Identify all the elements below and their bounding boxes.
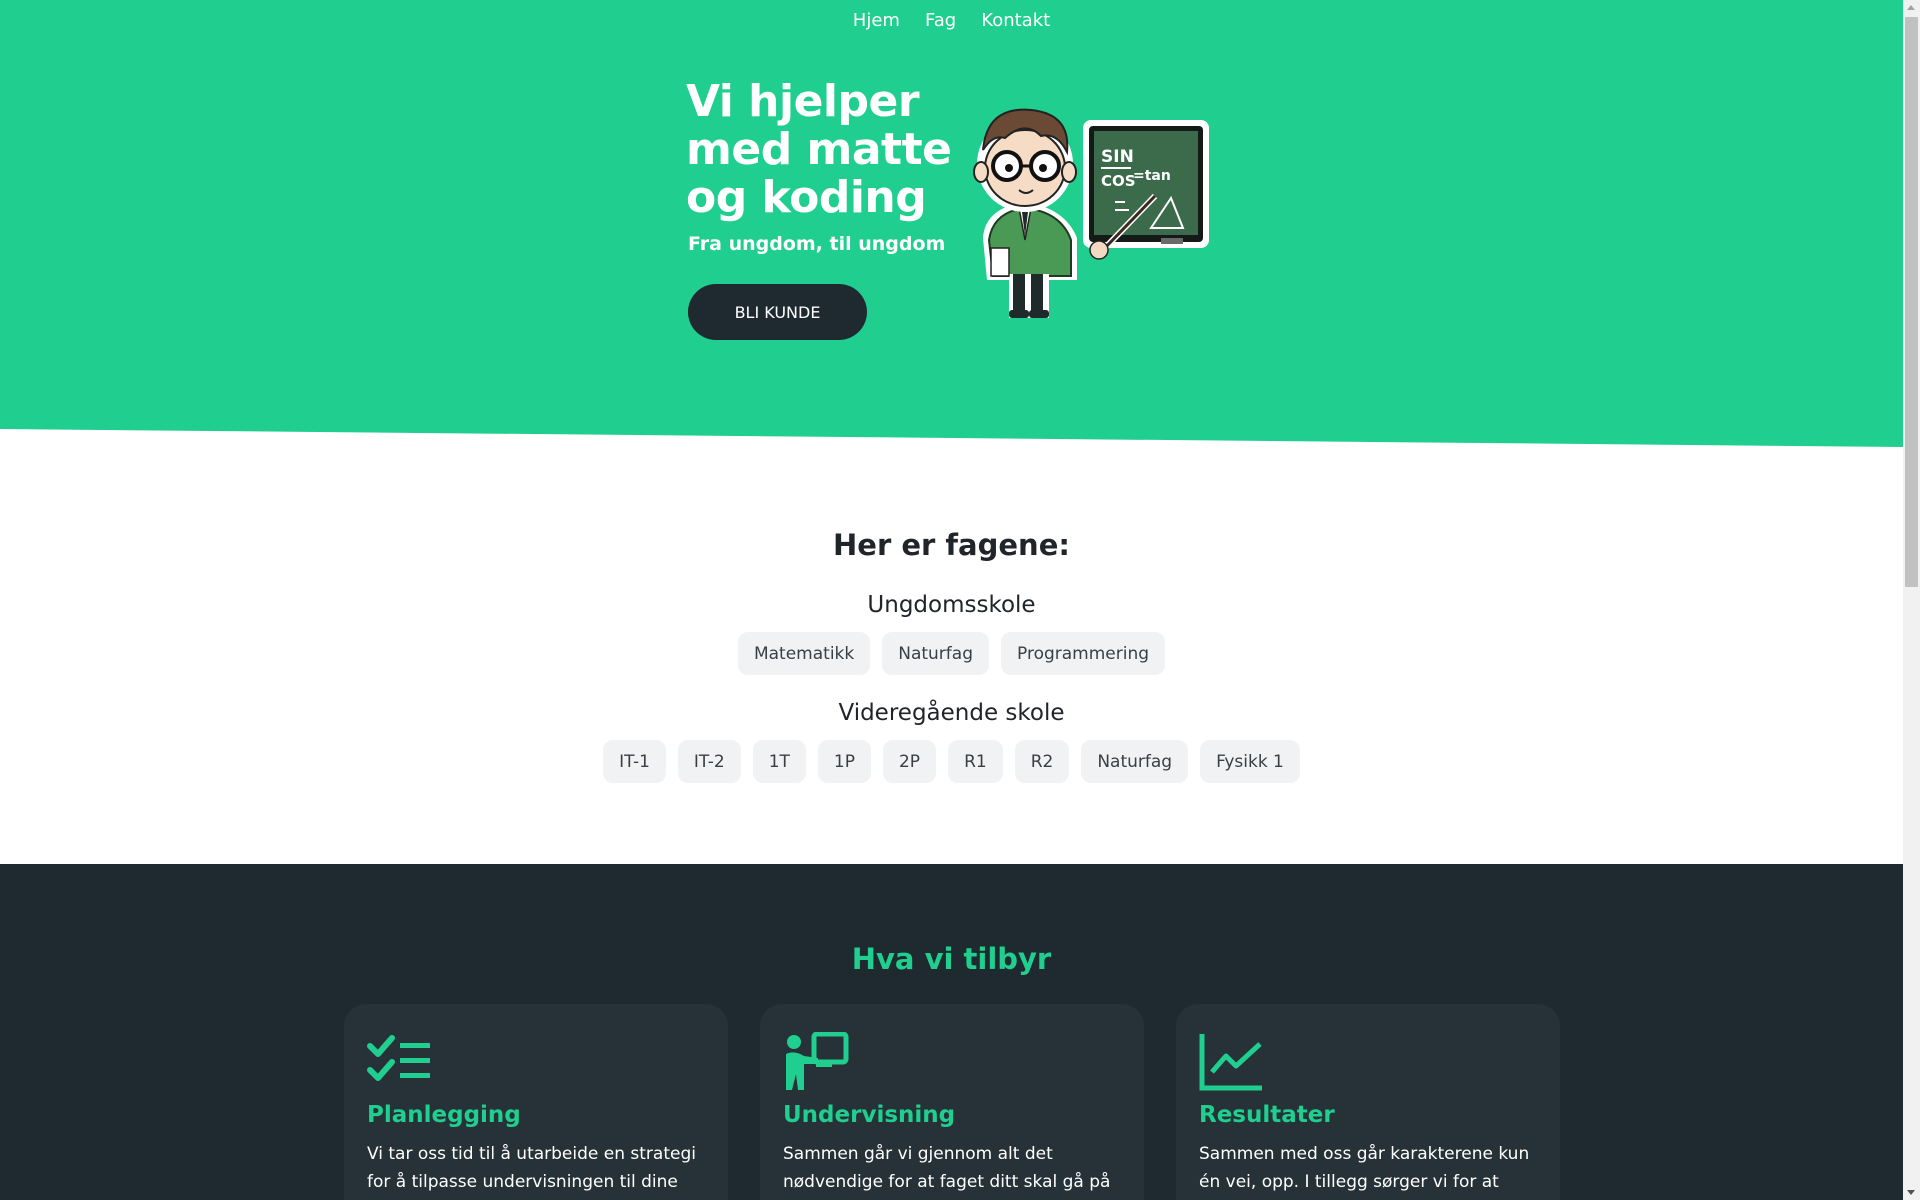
card-title: Undervisning — [783, 1102, 956, 1128]
level-title-videregaende: Videregående skole — [838, 700, 1065, 726]
subject-chip[interactable]: 2P — [882, 740, 937, 783]
subject-chip[interactable]: Naturfag — [1081, 740, 1189, 783]
offer-card-undervisning: Undervisning Sammen går vi gjennom alt d… — [760, 1004, 1144, 1200]
subject-chip[interactable]: Fysikk 1 — [1200, 740, 1300, 783]
subject-chip[interactable]: R2 — [1014, 740, 1070, 783]
card-text: Sammen med oss går karakterene kun én ve… — [1199, 1144, 1530, 1192]
chips-ungdomsskole: Matematikk Naturfag Programmering — [0, 632, 1903, 675]
offer-heading: Hva vi tilbyr — [851, 942, 1052, 976]
subject-chip[interactable]: Naturfag — [882, 632, 989, 675]
line-chart-icon — [1199, 1034, 1262, 1091]
hero-subtitle: Fra ungdom, til ungdom — [688, 233, 946, 255]
subjects-heading: Her er fagene: — [833, 528, 1070, 562]
become-customer-button[interactable]: BLI KUNDE — [688, 284, 867, 340]
checklist-icon — [367, 1035, 430, 1081]
level-title-ungdomsskole: Ungdomsskole — [867, 592, 1036, 618]
hero-title-line-2: med matte — [686, 124, 952, 175]
card-text: Sammen går vi gjennom alt det nødvendige… — [783, 1144, 1111, 1192]
teacher-mascot-illustration: SIN COS =tan — [973, 108, 1209, 318]
offer-card-planlegging: Planlegging Vi tar oss tid til å utarbei… — [344, 1004, 728, 1200]
board-text-sin: SIN — [1101, 147, 1134, 167]
subject-chip[interactable]: IT-2 — [677, 740, 741, 783]
nav-link-hjem[interactable]: Hjem — [853, 10, 900, 31]
subject-chip[interactable]: IT-1 — [603, 740, 666, 783]
board-text-tan: =tan — [1133, 168, 1171, 184]
card-title: Planlegging — [367, 1102, 521, 1128]
hero-bottom-wave — [0, 429, 1903, 460]
teacher-board-icon — [786, 1032, 849, 1090]
subject-chip[interactable]: R1 — [948, 740, 1003, 783]
scrollbar-thumb[interactable] — [1905, 17, 1918, 587]
scroll-down-arrow-icon[interactable] — [1907, 1190, 1915, 1195]
subject-chip[interactable]: 1P — [817, 740, 871, 783]
subject-chip[interactable]: Matematikk — [737, 632, 871, 675]
top-nav: Hjem Fag Kontakt — [0, 10, 1903, 31]
card-title: Resultater — [1199, 1102, 1335, 1128]
subject-chip[interactable]: Programmering — [1001, 632, 1166, 675]
nav-link-kontakt[interactable]: Kontakt — [981, 10, 1050, 31]
subject-chip[interactable]: 1T — [752, 740, 806, 783]
nav-link-fag[interactable]: Fag — [925, 10, 956, 31]
scroll-up-arrow-icon[interactable] — [1907, 5, 1915, 10]
hero-title: Vi hjelper med matte og koding — [686, 78, 986, 222]
card-text: Vi tar oss tid til å utarbeide en strate… — [367, 1144, 696, 1192]
offer-card-resultater: Resultater Sammen med oss går karakteren… — [1176, 1004, 1560, 1200]
hero-title-line-1: Vi hjelper — [686, 76, 920, 127]
hero-section: Hjem Fag Kontakt Vi hjelper med matte og… — [0, 0, 1903, 460]
chips-videregaende: IT-1 IT-2 1T 1P 2P R1 R2 Naturfag Fysikk… — [0, 740, 1903, 783]
hero-title-line-3: og koding — [686, 172, 927, 223]
page-scrollbar[interactable] — [1903, 0, 1920, 1200]
board-text-cos: COS — [1101, 172, 1136, 190]
